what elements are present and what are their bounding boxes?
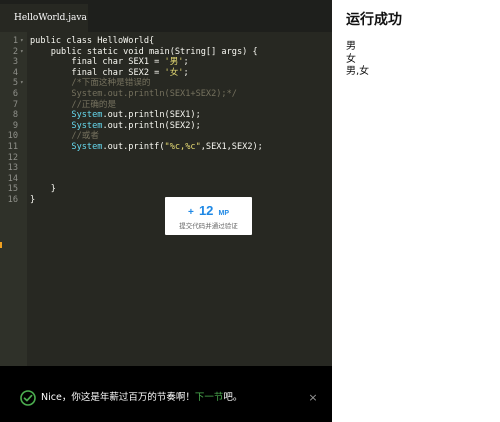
console-output: 男女男,女 xyxy=(346,41,369,79)
reward-caption: 提交代码并通过验证 xyxy=(179,222,238,230)
code-token: ,SEX1,SEX2); xyxy=(200,141,263,152)
code-line[interactable]: 12 xyxy=(0,153,332,164)
code-token: System xyxy=(30,141,103,152)
output-line: 女 xyxy=(346,53,356,65)
run-result-title: 运行成功 xyxy=(346,12,402,28)
line-number: 12 xyxy=(7,152,18,163)
code-text: } xyxy=(30,195,35,206)
output-line: 男,女 xyxy=(346,66,370,77)
code-token: .out.println(SEX1); xyxy=(102,110,201,121)
code-token: final char SEX1 = xyxy=(30,57,165,68)
code-token: .out.println(SEX2); xyxy=(102,120,201,131)
code-line[interactable]: 13 xyxy=(0,163,332,174)
code-token: "%c,%c" xyxy=(164,141,201,152)
code-text: public static void main(String[] args) { xyxy=(30,47,258,58)
editor-tab-bar: HelloWorld.java xyxy=(0,0,332,32)
output-line: 男 xyxy=(346,41,356,52)
fold-arrow-icon[interactable]: ▾ xyxy=(20,36,26,47)
line-number: 11 xyxy=(7,141,18,152)
code-text: } xyxy=(30,184,56,195)
reward-plus: + xyxy=(188,207,194,218)
code-line[interactable]: 8 System.out.println(SEX1); xyxy=(0,110,332,121)
code-text: System.out.printf("%c,%c",SEX1,SEX2); xyxy=(30,141,263,153)
code-text: public class HelloWorld{ xyxy=(30,36,154,47)
code-line[interactable]: 15 } xyxy=(0,184,332,195)
code-line[interactable]: 6 System.out.println(SEX1+SEX2);*/ xyxy=(0,89,332,100)
check-circle-icon xyxy=(20,390,36,406)
notification-text-prefix: Nice，你这是年薪过百万的节奏啊！ xyxy=(41,392,195,403)
gutter-marker xyxy=(0,242,2,248)
line-number: 7 xyxy=(12,99,18,110)
line-number: 5 xyxy=(12,78,18,89)
code-line[interactable]: 2 ▾ public static void main(String[] args… xyxy=(0,47,332,58)
code-token: public static void main(String[] args) { xyxy=(30,46,258,57)
code-token: //或者 xyxy=(30,131,99,142)
next-section-link[interactable]: 下一节 xyxy=(195,392,224,403)
code-text: System.out.println(SEX1); xyxy=(30,110,201,121)
code-text: //或者 xyxy=(30,131,99,142)
code-token: ; xyxy=(183,67,189,78)
code-text: /*下面这种是错误的 xyxy=(30,78,151,89)
line-number: 14 xyxy=(7,173,18,184)
code-token: System xyxy=(30,120,103,131)
line-number: 2 xyxy=(12,46,18,57)
code-token: } xyxy=(30,194,36,205)
output-panel: 运行成功 男女男,女 xyxy=(332,0,500,422)
code-line[interactable]: 9 System.out.println(SEX2); xyxy=(0,121,332,132)
notification-text-suffix: 吧。 xyxy=(223,392,243,403)
fold-arrow-icon[interactable]: ▾ xyxy=(20,78,26,89)
code-token: public class HelloWorld{ xyxy=(30,36,155,46)
code-token: System.out.println(SEX1+SEX2);*/ xyxy=(30,88,237,99)
code-text: System.out.println(SEX1+SEX2);*/ xyxy=(30,89,237,100)
code-token: } xyxy=(30,184,56,195)
code-text: System.out.println(SEX2); xyxy=(30,120,201,132)
code-token: System xyxy=(30,110,103,121)
line-number: 16 xyxy=(7,194,18,205)
code-editor[interactable]: HelloWorld.java 1 ▾ public class HelloWorl… xyxy=(0,0,332,422)
code-line[interactable]: 4 final char SEX2 = '女'; xyxy=(0,68,332,79)
success-notification-bar: Nice，你这是年薪过百万的节奏啊！下一节吧。 × xyxy=(0,366,332,422)
code-token: .out.printf( xyxy=(102,141,165,152)
reward-unit: MP xyxy=(218,210,230,217)
line-number: 3 xyxy=(12,57,18,68)
code-line[interactable]: 1 ▾ public class HelloWorld{ xyxy=(0,36,332,47)
code-line[interactable]: 10 //或者 xyxy=(0,131,332,142)
fold-arrow-icon[interactable]: ▾ xyxy=(20,47,26,58)
line-number: 8 xyxy=(12,110,18,121)
notification-message: Nice，你这是年薪过百万的节奏啊！下一节吧。 xyxy=(41,391,242,405)
code-line[interactable]: 11 System.out.printf("%c,%c",SEX1,SEX2); xyxy=(0,142,332,153)
reward-amount: 12 xyxy=(198,203,214,218)
code-text: final char SEX2 = '女'; xyxy=(30,67,189,79)
line-number: 6 xyxy=(12,88,18,99)
reward-popup: + 12 MP 提交代码并通过验证 xyxy=(165,197,252,235)
line-number: 4 xyxy=(12,67,18,78)
code-token: '女' xyxy=(164,67,184,78)
line-number: 15 xyxy=(7,184,18,195)
line-number: 1 xyxy=(12,36,18,46)
code-token: final char SEX2 = xyxy=(30,67,165,78)
tab-helloworld-java[interactable]: HelloWorld.java xyxy=(0,4,88,32)
line-number: 13 xyxy=(7,163,18,174)
code-line[interactable]: 14 xyxy=(0,174,332,185)
reward-value: + 12 MP xyxy=(165,203,252,219)
code-line[interactable]: 5 ▾ /*下面这种是错误的 xyxy=(0,78,332,89)
line-number: 9 xyxy=(12,120,18,131)
code-token: //正确的是 xyxy=(30,99,117,110)
code-token: /*下面这种是错误的 xyxy=(30,78,151,89)
code-token: ; xyxy=(183,57,189,68)
close-icon[interactable]: × xyxy=(306,391,320,405)
line-number: 10 xyxy=(7,131,18,142)
code-line[interactable]: 7 //正确的是 xyxy=(0,100,332,111)
code-text: //正确的是 xyxy=(30,100,116,111)
code-area[interactable]: 1 ▾ public class HelloWorld{2 ▾ public stat… xyxy=(0,36,332,206)
code-text: final char SEX1 = '男'; xyxy=(30,57,189,68)
code-token: '男' xyxy=(164,57,184,68)
code-line[interactable]: 3 final char SEX1 = '男'; xyxy=(0,57,332,68)
